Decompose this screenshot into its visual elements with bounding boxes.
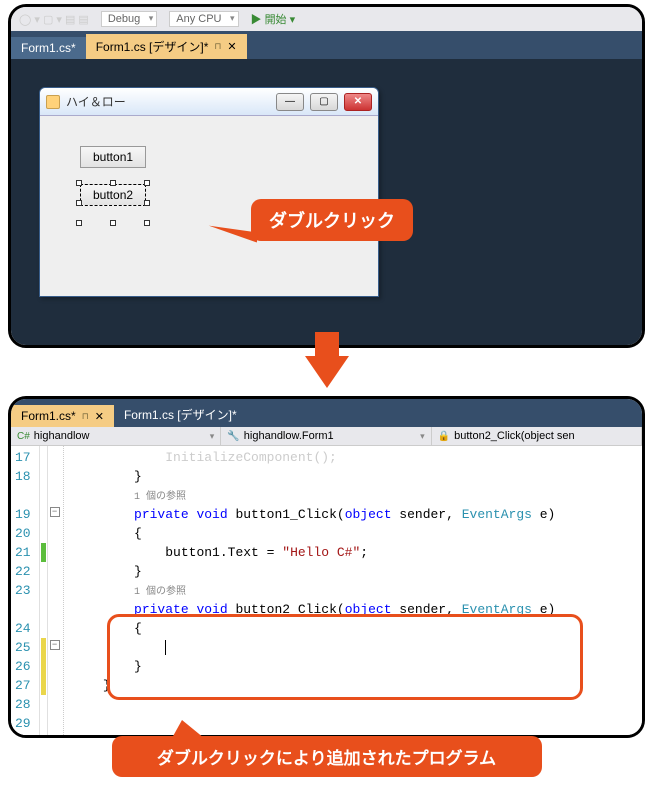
button2-control[interactable]: button2 <box>80 184 146 206</box>
form-title-text: ハイ＆ロー <box>66 93 270 110</box>
document-tabs-bottom: Form1.cs* ⊓ ✕ Form1.cs [デザイン]* <box>11 399 642 427</box>
resize-handle[interactable] <box>144 220 150 226</box>
minimize-icon: — <box>276 93 304 111</box>
tab-form1cs-design-inactive[interactable]: Form1.cs [デザイン]* <box>114 402 247 427</box>
arrow-down-icon <box>305 356 349 388</box>
fold-gutter: − − <box>48 446 64 735</box>
toolbar-icons: ◯ ▾ ▢ ▾ ▤ ▤ <box>19 13 89 26</box>
resize-handle[interactable] <box>76 200 82 206</box>
pin-icon[interactable]: ⊓ <box>214 41 221 52</box>
pin-icon[interactable]: ⊓ <box>82 411 89 422</box>
document-tabs: Form1.cs* Form1.cs [デザイン]* ⊓ ✕ <box>11 31 642 59</box>
code-editor[interactable]: 1718 19 202122 23 2425 26272829 − − Init… <box>11 446 642 735</box>
callout-doubleclick: ダブルクリック <box>251 199 413 241</box>
change-marker <box>40 446 48 735</box>
form-titlebar: ハイ＆ロー — ▢ ✕ <box>40 88 378 116</box>
class-dropdown[interactable]: 🔧highandlow.Form1▾ <box>221 427 431 445</box>
fold-toggle[interactable]: − <box>50 507 60 517</box>
resize-handle[interactable] <box>110 180 116 186</box>
resize-handle[interactable] <box>76 220 82 226</box>
button1-control[interactable]: button1 <box>80 146 146 168</box>
maximize-icon: ▢ <box>310 93 338 111</box>
form-icon <box>46 95 60 109</box>
callout-added-program: ダブルクリックにより追加されたプログラム <box>112 736 542 777</box>
code-content[interactable]: InitializeComponent(); } 1 個の参照 private … <box>64 446 642 735</box>
resize-handle[interactable] <box>76 180 82 186</box>
form-preview: ハイ＆ロー — ▢ ✕ button1 button2 <box>39 87 379 297</box>
tab-form1cs-design[interactable]: Form1.cs [デザイン]* ⊓ ✕ <box>86 34 247 59</box>
resize-handle[interactable] <box>110 220 116 226</box>
run-button[interactable]: ▶ 開始 ▾ <box>251 11 296 27</box>
resize-handle[interactable] <box>144 180 150 186</box>
close-icon[interactable]: ✕ <box>95 410 104 423</box>
close-icon[interactable]: ✕ <box>227 40 236 53</box>
tab-form1cs-code-active[interactable]: Form1.cs* ⊓ ✕ <box>11 405 114 427</box>
navigation-bar: C#highandlow▾ 🔧highandlow.Form1▾ 🔒button… <box>11 427 642 446</box>
method-dropdown[interactable]: 🔒button2_Click(object sen <box>432 427 642 445</box>
toolbar: ◯ ▾ ▢ ▾ ▤ ▤ Debug Any CPU ▶ 開始 ▾ <box>11 7 642 31</box>
platform-dropdown[interactable]: Any CPU <box>169 11 238 27</box>
config-dropdown[interactable]: Debug <box>101 11 157 27</box>
namespace-dropdown[interactable]: C#highandlow▾ <box>11 427 221 445</box>
fold-toggle[interactable]: − <box>50 640 60 650</box>
resize-handle[interactable] <box>144 200 150 206</box>
close-window-icon: ✕ <box>344 93 372 111</box>
tab-form1cs-code[interactable]: Form1.cs* <box>11 37 86 59</box>
line-numbers: 1718 19 202122 23 2425 26272829 <box>11 446 40 735</box>
